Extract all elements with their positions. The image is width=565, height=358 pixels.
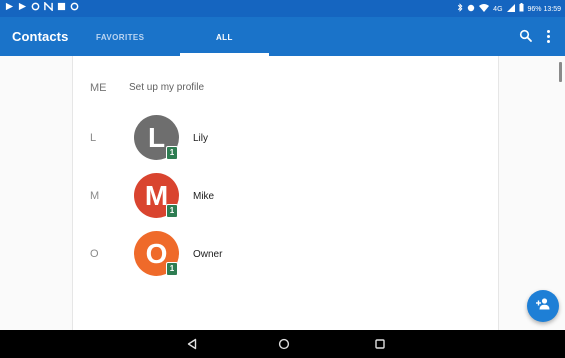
tab-all[interactable]: ALL — [216, 33, 233, 42]
sim-badge-icon: 1 — [166, 262, 178, 276]
tab-favorites[interactable]: FAVORITES — [96, 33, 144, 42]
add-contact-icon — [535, 297, 551, 316]
battery-time-text: 96% 13:59 — [527, 5, 561, 13]
notification-icons — [5, 2, 79, 11]
status-bar: 4G 96% 13:59 — [0, 0, 565, 17]
scrollbar[interactable] — [559, 62, 562, 82]
section-letter: L — [90, 132, 97, 144]
back-icon[interactable] — [184, 336, 200, 352]
contacts-content: ME Set up my profile L L 1 Lily M M 1 Mi… — [0, 56, 565, 330]
sync-icon — [18, 2, 27, 11]
add-contact-button[interactable] — [527, 290, 559, 322]
contact-row[interactable]: O O 1 Owner — [0, 231, 499, 281]
navigation-bar — [0, 330, 565, 358]
contact-name: Mike — [193, 191, 215, 202]
app-title: Contacts — [12, 29, 69, 44]
signal-icon — [506, 3, 515, 15]
contact-row[interactable]: M M 1 Mike — [0, 173, 499, 223]
wifi-icon — [479, 3, 490, 15]
nfc-icon — [44, 2, 53, 11]
gallery-icon — [57, 2, 66, 11]
setup-profile-label: Set up my profile — [129, 82, 205, 93]
system-status: 4G 96% 13:59 — [457, 3, 561, 15]
sim-badge-icon: 1 — [166, 204, 178, 218]
recents-icon[interactable] — [372, 336, 388, 352]
sync-status-icon — [467, 4, 475, 15]
contact-name: Lily — [193, 133, 209, 144]
circle-icon — [31, 2, 40, 11]
contact-row[interactable]: L L 1 Lily — [0, 115, 499, 165]
battery-icon — [519, 3, 524, 15]
circle-icon — [70, 2, 79, 11]
app-toolbar: Contacts FAVORITES ALL — [0, 17, 565, 56]
section-letter: M — [90, 190, 100, 202]
sync-icon — [5, 2, 14, 11]
search-icon[interactable] — [518, 28, 534, 44]
contact-name: Owner — [193, 249, 223, 260]
bluetooth-icon — [457, 3, 463, 15]
more-vertical-icon[interactable] — [543, 28, 553, 44]
section-letter: O — [90, 248, 99, 260]
sim-badge-icon: 1 — [166, 146, 178, 160]
profile-section-letter: ME — [90, 82, 107, 94]
network-label: 4G — [493, 5, 503, 13]
home-icon[interactable] — [276, 336, 292, 352]
